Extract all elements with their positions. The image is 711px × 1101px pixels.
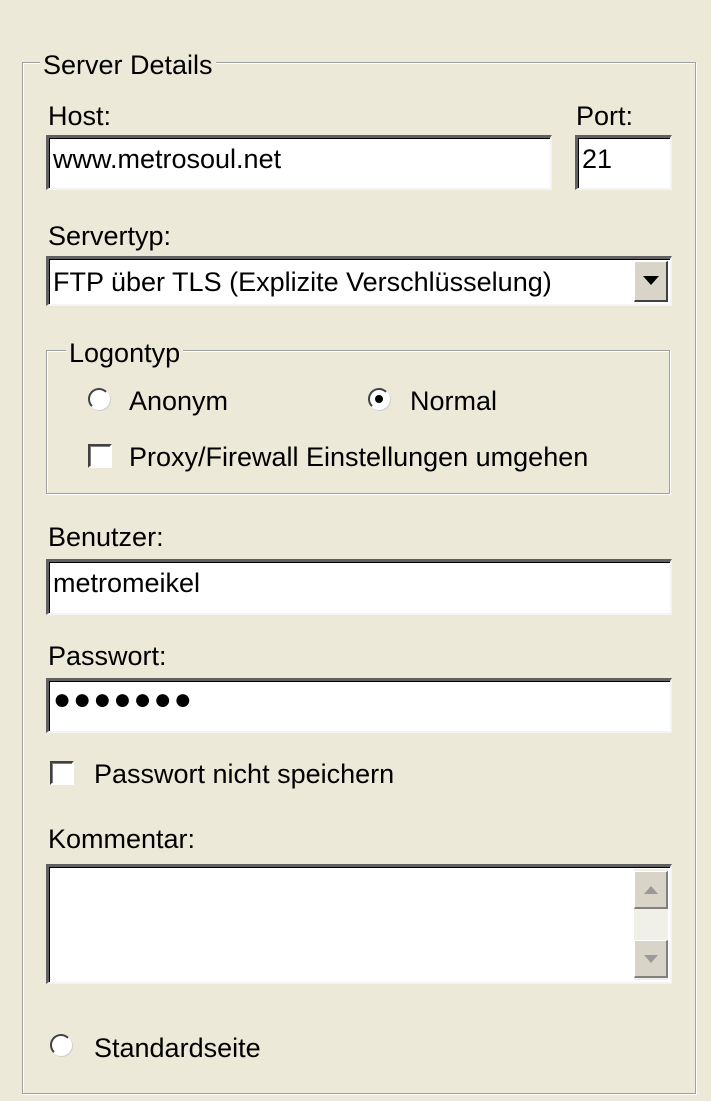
servertype-label: Servertyp: [48, 221, 172, 251]
scroll-down-button[interactable] [634, 940, 668, 978]
radio-normal[interactable] [368, 388, 390, 410]
bypass-proxy-label[interactable]: Proxy/Firewall Einstellungen umgehen [129, 444, 588, 471]
scroll-up-button[interactable] [634, 871, 668, 909]
dont-save-password-checkbox[interactable] [50, 761, 74, 785]
port-input[interactable]: 21 [575, 135, 672, 190]
user-input-value: metromeikel [53, 568, 201, 598]
user-input[interactable]: metromeikel [46, 559, 672, 615]
password-input-value: ●●●●●●● [53, 683, 194, 716]
servertype-select-value: FTP über TLS (Explizite Verschlüsselung) [53, 267, 552, 297]
bypass-proxy-checkbox[interactable] [88, 444, 112, 468]
radio-normal-label[interactable]: Normal [410, 388, 497, 415]
password-input[interactable]: ●●●●●●● [46, 678, 672, 733]
comment-textarea[interactable] [46, 864, 672, 984]
scroll-up-arrow-icon [644, 886, 658, 894]
logontype-legend: Logontyp [66, 340, 184, 367]
port-label: Port: [576, 101, 634, 131]
host-input-value: www.metrosoul.net [53, 144, 282, 174]
scroll-down-arrow-icon [644, 955, 658, 963]
radio-anonymous[interactable] [88, 388, 110, 410]
radio-default-site[interactable] [50, 1034, 72, 1056]
password-label: Passwort: [48, 641, 167, 671]
user-label: Benutzer: [48, 522, 164, 552]
dont-save-password-label[interactable]: Passwort nicht speichern [94, 761, 394, 788]
radio-anonymous-label[interactable]: Anonym [129, 388, 228, 415]
comment-label: Kommentar: [48, 824, 196, 854]
server-details-legend: Server Details [40, 52, 216, 79]
radio-selected-dot [375, 395, 383, 403]
chevron-down-icon [643, 276, 659, 285]
host-input[interactable]: www.metrosoul.net [46, 135, 552, 190]
logontype-group [46, 350, 670, 494]
servertype-select[interactable]: FTP über TLS (Explizite Verschlüsselung) [46, 256, 672, 306]
combo-dropdown-button[interactable] [634, 261, 668, 302]
port-input-value: 21 [582, 144, 613, 174]
default-site-label[interactable]: Standardseite [94, 1035, 261, 1062]
host-label: Host: [48, 101, 112, 131]
